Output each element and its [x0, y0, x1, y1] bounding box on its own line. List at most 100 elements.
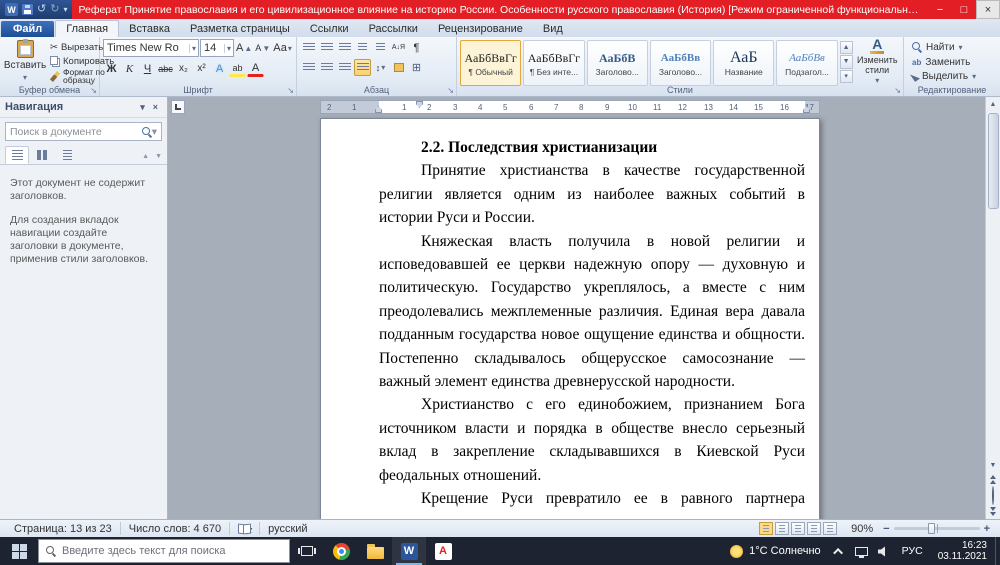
qat-dropdown-icon[interactable]: ▾: [63, 5, 67, 14]
vertical-scrollbar[interactable]: ▲ ▼: [985, 97, 1000, 519]
nav-tab-headings[interactable]: [5, 146, 29, 164]
nav-tab-results[interactable]: [55, 146, 79, 164]
zoom-out-button[interactable]: −: [883, 523, 889, 535]
shading-button[interactable]: [390, 59, 407, 76]
save-icon[interactable]: [22, 4, 33, 15]
bullet-list-button[interactable]: [300, 39, 317, 56]
sort-button[interactable]: А↓Я: [390, 39, 407, 56]
subscript-button[interactable]: x₂: [175, 60, 192, 77]
acrobat-taskbar-button[interactable]: A: [426, 537, 460, 565]
decrease-indent-button[interactable]: [354, 39, 371, 56]
replace-button[interactable]: ab Заменить: [912, 56, 997, 69]
document-page[interactable]: 2.2. Последствия христианизации Принятие…: [320, 118, 820, 519]
zoom-level[interactable]: 90%: [851, 523, 873, 535]
style-heading2[interactable]: АаБбВв Заголово...: [650, 40, 711, 86]
chrome-taskbar-button[interactable]: [324, 537, 358, 565]
bold-button[interactable]: Ж: [103, 60, 120, 77]
tab-mailings[interactable]: Рассылки: [359, 21, 428, 37]
maximize-button[interactable]: □: [952, 0, 976, 19]
navigation-close-icon[interactable]: ×: [149, 102, 162, 112]
tab-selector[interactable]: [171, 100, 185, 114]
tab-review[interactable]: Рецензирование: [428, 21, 533, 37]
draft-view-icon[interactable]: [823, 522, 837, 535]
redo-icon[interactable]: ↻: [50, 4, 59, 15]
clock[interactable]: 16:23 03.11.2021: [930, 540, 995, 563]
font-size-combo[interactable]: 14 ▾: [200, 39, 234, 57]
paragraph-dialog-launcher-icon[interactable]: ↘: [447, 87, 454, 95]
word-app-icon[interactable]: W: [5, 3, 18, 16]
search-options-dropdown-icon[interactable]: ▾: [152, 126, 157, 138]
next-result-icon[interactable]: ▼: [155, 153, 162, 160]
paste-button[interactable]: Вставить ▾: [3, 39, 47, 83]
grow-font-button[interactable]: А▲: [235, 40, 253, 57]
tab-page-layout[interactable]: Разметка страницы: [180, 21, 300, 37]
font-size-dropdown-icon[interactable]: ▾: [224, 44, 233, 53]
styles-scroll-down-icon[interactable]: ▼: [840, 55, 853, 68]
taskbar-search-input[interactable]: Введите здесь текст для поиска: [38, 539, 290, 563]
highlight-color-button[interactable]: ab: [229, 60, 246, 77]
tab-references[interactable]: Ссылки: [300, 21, 359, 37]
styles-scroll-up-icon[interactable]: ▲: [840, 41, 853, 54]
styles-dialog-launcher-icon[interactable]: ↘: [894, 87, 901, 95]
font-dialog-launcher-icon[interactable]: ↘: [287, 87, 294, 95]
explorer-taskbar-button[interactable]: [358, 537, 392, 565]
minimize-button[interactable]: −: [928, 0, 952, 19]
superscript-button[interactable]: x²: [193, 60, 210, 77]
line-spacing-button[interactable]: ↕▾: [372, 59, 389, 76]
word-taskbar-button[interactable]: W: [392, 537, 426, 565]
page-indicator[interactable]: Страница: 13 из 23: [6, 522, 121, 535]
fullscreen-reading-view-icon[interactable]: [775, 522, 789, 535]
borders-button[interactable]: ⊞: [408, 59, 425, 76]
italic-button[interactable]: К: [121, 60, 138, 77]
task-view-button[interactable]: [290, 537, 324, 565]
word-count[interactable]: Число слов: 4 670: [121, 522, 230, 535]
outline-view-icon[interactable]: [807, 522, 821, 535]
increase-indent-button[interactable]: [372, 39, 389, 56]
print-layout-view-icon[interactable]: [759, 522, 773, 535]
align-left-button[interactable]: [300, 59, 317, 76]
style-normal[interactable]: АаБбВвГг ¶ Обычный: [460, 40, 521, 86]
tab-file[interactable]: Файл: [1, 21, 54, 37]
nav-tab-pages[interactable]: [30, 146, 54, 164]
font-color-button[interactable]: А: [247, 60, 264, 77]
network-tray-button[interactable]: [851, 537, 873, 565]
font-name-dropdown-icon[interactable]: ▾: [189, 44, 198, 53]
clipboard-dialog-launcher-icon[interactable]: ↘: [90, 87, 97, 95]
hidden-icons-button[interactable]: [829, 537, 851, 565]
styles-gallery-expand-icon[interactable]: ▾: [840, 70, 853, 83]
select-browse-object-button[interactable]: [992, 487, 994, 505]
zoom-slider-thumb[interactable]: [928, 523, 935, 534]
language-tray-indicator[interactable]: РУС: [895, 545, 930, 557]
language-indicator[interactable]: русский: [260, 522, 315, 535]
document-search-input[interactable]: Поиск в документе ▾: [5, 122, 162, 141]
horizontal-ruler[interactable]: 2 1 1 2 3 4 5 6 7 8 9 10 11 12 13 14 15 …: [320, 100, 820, 114]
shrink-font-button[interactable]: А▼: [254, 40, 271, 57]
style-title[interactable]: АаБ Название: [713, 40, 774, 86]
paste-dropdown-icon[interactable]: ▾: [23, 73, 27, 82]
style-no-spacing[interactable]: АаБбВвГг ¶ Без инте...: [523, 40, 584, 86]
tab-insert[interactable]: Вставка: [119, 21, 180, 37]
scroll-down-icon[interactable]: ▼: [986, 458, 1000, 473]
close-button[interactable]: ×: [976, 0, 1000, 19]
scroll-up-icon[interactable]: ▲: [986, 97, 1000, 112]
volume-tray-button[interactable]: [873, 537, 895, 565]
find-button[interactable]: Найти ▾: [912, 41, 997, 54]
multilevel-list-button[interactable]: [336, 39, 353, 56]
align-center-button[interactable]: [318, 59, 335, 76]
style-heading1[interactable]: АаБбВ Заголово...: [587, 40, 648, 86]
start-button[interactable]: [0, 537, 38, 565]
align-right-button[interactable]: [336, 59, 353, 76]
undo-icon[interactable]: ↺: [37, 4, 46, 15]
font-name-combo[interactable]: Times New Ro ▾: [103, 39, 199, 57]
previous-result-icon[interactable]: ▲: [142, 153, 149, 160]
zoom-slider[interactable]: [894, 527, 980, 530]
change-styles-button[interactable]: А Изменить стили ▾: [855, 39, 900, 83]
style-subtitle[interactable]: АаБбВв Подзагол...: [776, 40, 837, 86]
text-effects-button[interactable]: А: [211, 60, 228, 77]
next-page-button[interactable]: [986, 505, 1000, 519]
tab-view[interactable]: Вид: [533, 21, 573, 37]
web-layout-view-icon[interactable]: [791, 522, 805, 535]
show-marks-button[interactable]: ¶: [408, 39, 425, 56]
zoom-in-button[interactable]: +: [984, 523, 990, 535]
document-text[interactable]: 2.2. Последствия христианизации Принятие…: [321, 119, 819, 519]
